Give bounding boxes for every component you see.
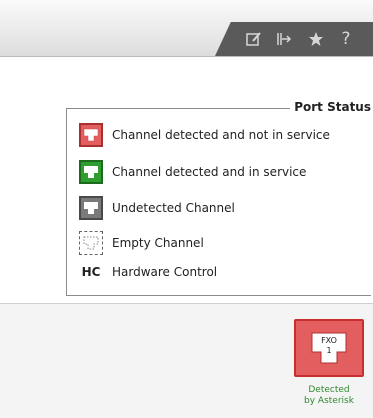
port-status-text: Detected by Asterisk (294, 385, 364, 407)
red-port-icon (79, 123, 103, 147)
legend-item-undetected: Undetected Channel (79, 196, 235, 220)
port-number-label: 1 (326, 346, 332, 355)
pin-icon[interactable] (273, 22, 295, 56)
port-type-label: FXO (321, 336, 337, 345)
legend-item-label: Channel detected and in service (112, 165, 307, 179)
green-port-icon (79, 160, 103, 184)
legend-item-in-service: Channel detected and in service (79, 160, 306, 184)
header-bar: ? (0, 0, 373, 57)
legend-item-not-in-service: Channel detected and not in service (79, 123, 330, 147)
legend-item-hardware-control: HC Hardware Control (79, 265, 218, 279)
status-line-2: by Asterisk (304, 396, 354, 406)
fxo-port-button[interactable]: FXO 1 (294, 319, 364, 377)
edit-icon[interactable] (243, 22, 265, 56)
legend-item-label: Channel detected and not in service (112, 128, 330, 142)
legend-title: Port Status (290, 100, 373, 114)
legend-item-label: Hardware Control (112, 265, 218, 279)
legend-item-label: Empty Channel (112, 236, 204, 250)
empty-port-icon (79, 231, 103, 255)
status-line-1: Detected (308, 385, 350, 395)
gray-port-icon (79, 196, 103, 220)
toolbar: ? (215, 22, 373, 56)
help-icon[interactable]: ? (335, 22, 357, 56)
port-status-legend: Port Status Channel detected and not in … (66, 100, 373, 296)
star-icon[interactable] (305, 22, 327, 56)
hc-code: HC (81, 265, 101, 279)
legend-item-empty: Empty Channel (79, 231, 204, 255)
legend-item-label: Undetected Channel (112, 201, 235, 215)
